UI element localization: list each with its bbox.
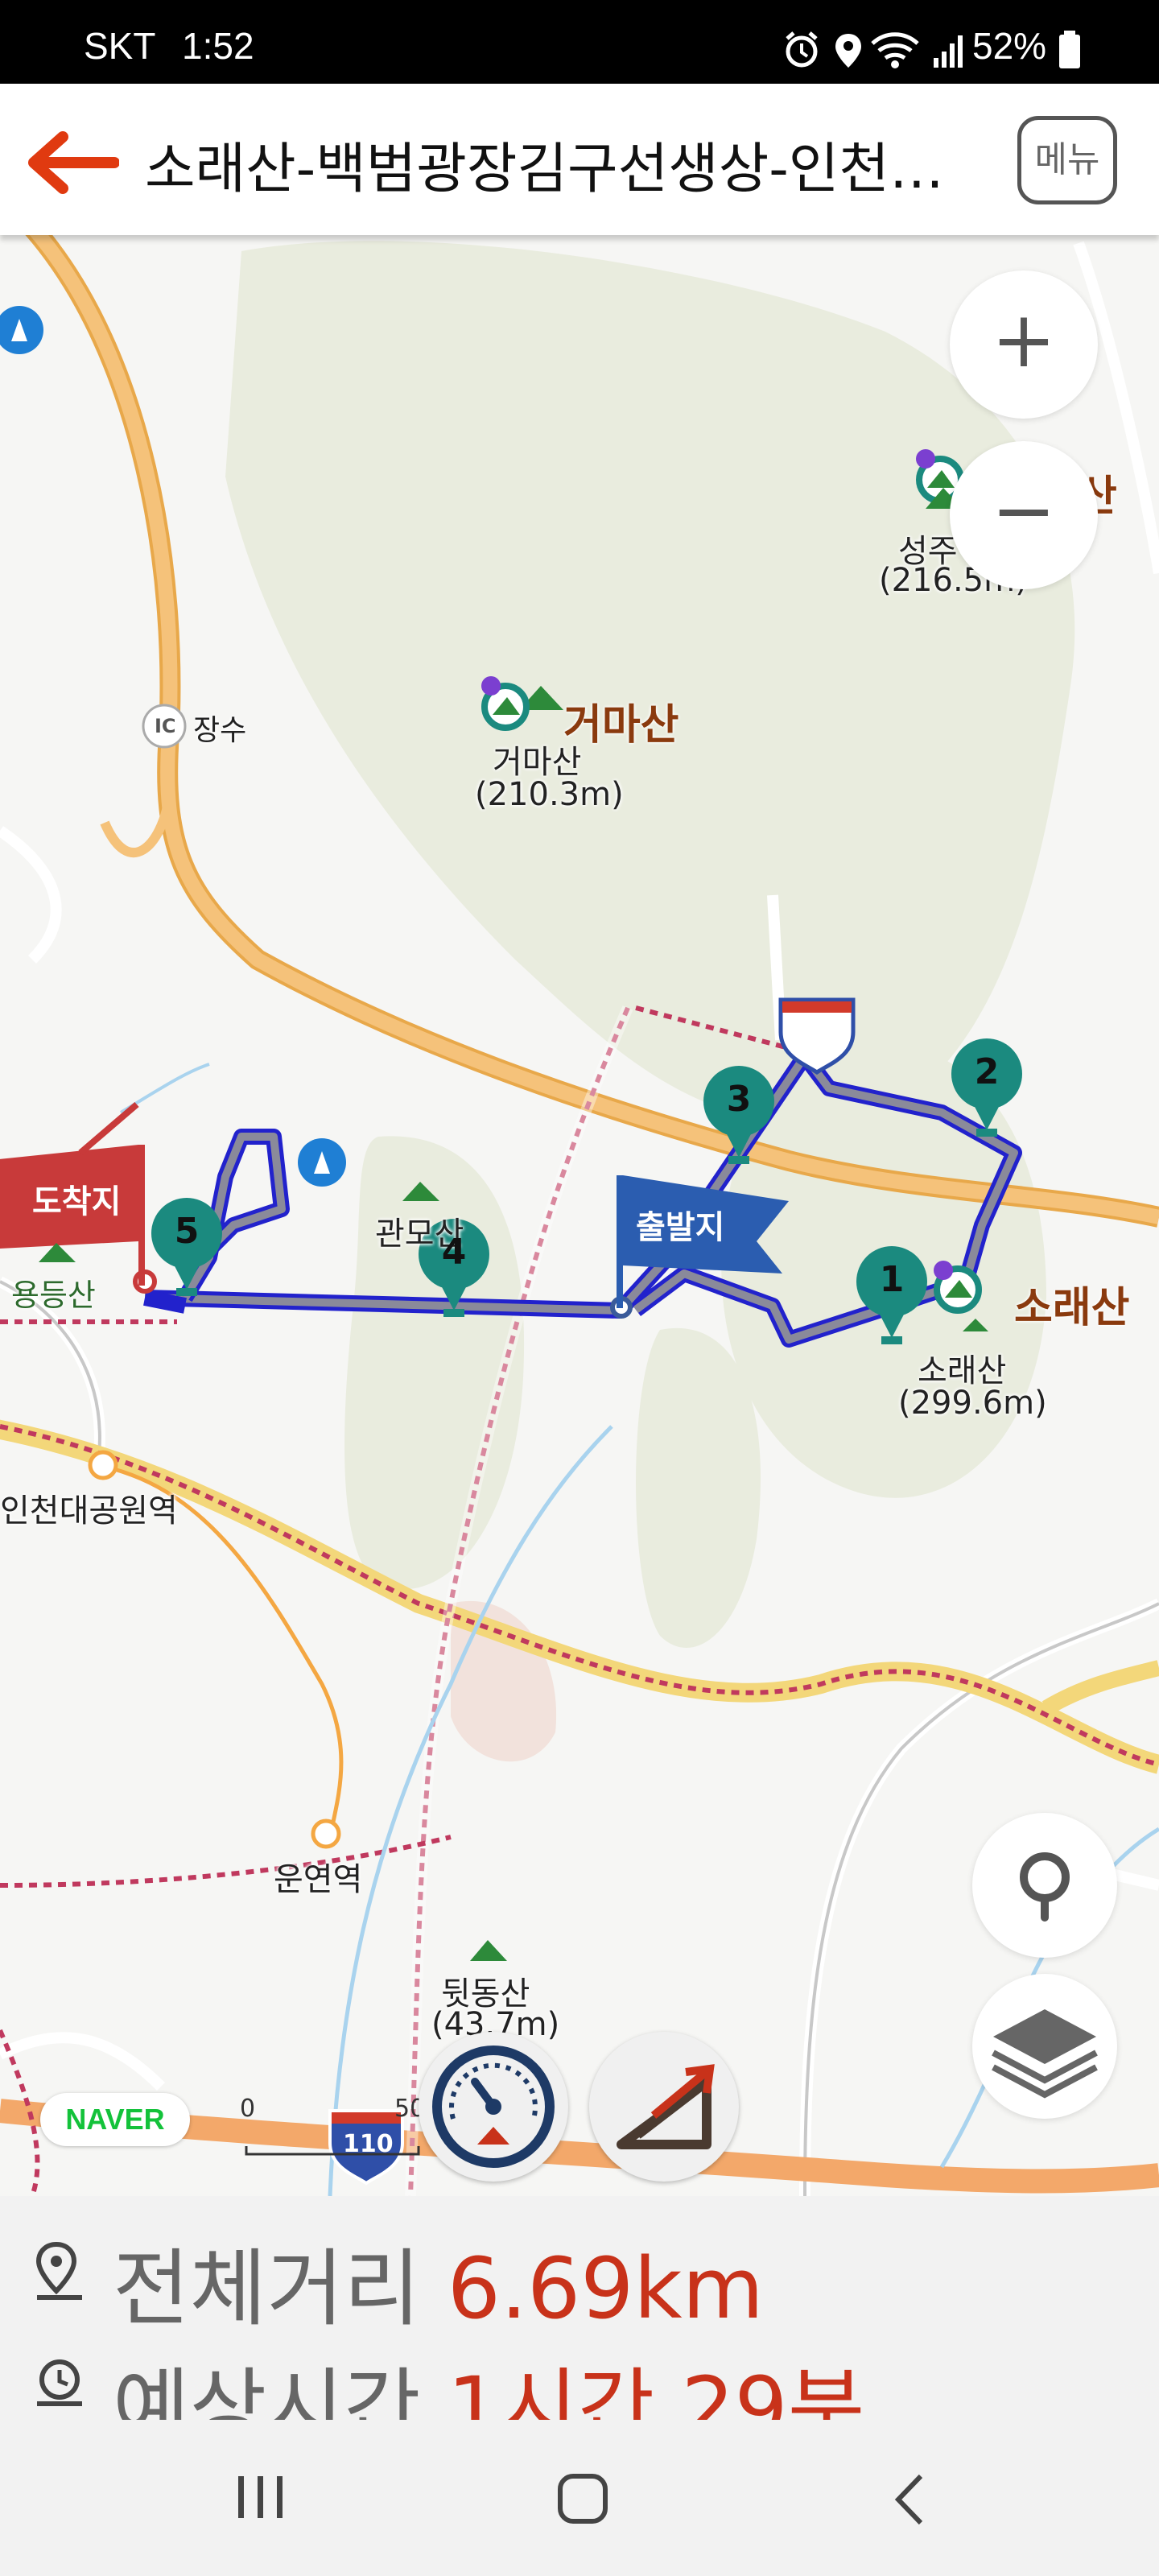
forest-area-south — [636, 1327, 761, 1648]
waypoint-3[interactable]: 3 — [707, 1079, 771, 1120]
location-pin-icon — [1020, 1852, 1070, 1922]
waypoint-5[interactable]: 5 — [155, 1211, 219, 1252]
time-value: 1시간 29분 — [447, 2359, 865, 2420]
route-110-label: 110 — [343, 2130, 394, 2158]
distance-pin-icon — [35, 2241, 82, 2300]
route-100-label: 100 — [794, 1016, 844, 1044]
unyeon-station-label: 운연역 — [274, 1861, 363, 1898]
carrier: SKT — [84, 25, 156, 67]
layers-icon — [992, 2009, 1098, 2099]
page-title: 소래산-백범광장김구선생상-인천… — [145, 138, 944, 201]
speedometer-button[interactable] — [419, 2032, 568, 2182]
jangsu-label: 장수 — [193, 714, 247, 747]
elevation-slope-icon — [617, 2064, 715, 2149]
route-summary-panel: 전체거리 6.69km 예상시간 1시간 29분 — [0, 2196, 1159, 2420]
home-icon[interactable] — [555, 2471, 612, 2528]
back-arrow-icon[interactable] — [24, 130, 119, 195]
distance-label: 전체거리 — [113, 2240, 421, 2338]
scale-zero: 0 — [240, 2095, 256, 2123]
battery-percent: 52% — [972, 25, 1047, 67]
menu-button[interactable]: 메뉴 — [1017, 116, 1117, 204]
station-marker — [88, 1450, 118, 1480]
yongdeung-label: 용등산 — [11, 1278, 96, 1313]
speedometer-icon — [432, 2046, 555, 2168]
ic-label: IC — [155, 715, 176, 737]
status-bar: SKT 1:52 52% — [0, 0, 1159, 84]
alarm-icon — [786, 31, 818, 68]
time-label: 예상시간 — [113, 2359, 421, 2420]
start-flag-label: 출발지 — [636, 1209, 725, 1246]
status-icons — [786, 31, 963, 68]
end-flag-label: 도착지 — [32, 1183, 122, 1220]
elevation-profile-button[interactable] — [589, 2032, 739, 2182]
station-marker — [311, 1818, 341, 1849]
back-icon[interactable] — [885, 2471, 934, 2528]
sorae-elevation: (299.6m) — [898, 1385, 1047, 1422]
geomasan-elevation: (210.3m) — [475, 776, 624, 813]
waypoint-1[interactable]: 1 — [860, 1259, 924, 1300]
my-location-button[interactable] — [972, 1813, 1117, 1958]
incheon-park-station-label: 인천대공원역 — [0, 1492, 178, 1530]
location-icon — [835, 34, 861, 68]
time-row: 예상시간 1시간 29분 — [113, 2339, 864, 2420]
forest-area-gwanmo — [344, 1136, 525, 1590]
wifi-icon — [871, 32, 919, 68]
recent-apps-icon[interactable] — [233, 2471, 290, 2523]
battery-icon — [1059, 31, 1080, 68]
waypoint-4[interactable]: 4 — [422, 1232, 486, 1273]
forest-area-north — [225, 241, 1075, 1123]
map-view[interactable]: IC 장수 거마산 거마산 (210.3m) 성주 (216.5m) 산 소래산… — [0, 235, 1159, 2196]
time-clock-icon — [37, 2359, 82, 2406]
app-bar: 소래산-백범광장김구선생상-인천… 메뉴 — [0, 84, 1159, 235]
distance-row: 전체거리 6.69km — [113, 2220, 764, 2342]
system-nav-bar — [0, 2420, 1159, 2576]
zoom-out-button[interactable]: − — [950, 441, 1098, 589]
zoom-in-button[interactable]: + — [950, 270, 1098, 419]
sorae-title: 소래산 — [1014, 1284, 1130, 1332]
waypoint-2[interactable]: 2 — [955, 1051, 1019, 1092]
plus-icon: + — [991, 295, 1057, 385]
signal-icon — [934, 35, 963, 68]
naver-logo: NAVER — [40, 2093, 190, 2146]
distance-value: 6.69km — [447, 2240, 764, 2338]
minus-icon: − — [991, 465, 1057, 555]
layers-button[interactable] — [972, 1974, 1117, 2119]
clock: 1:52 — [182, 25, 254, 67]
